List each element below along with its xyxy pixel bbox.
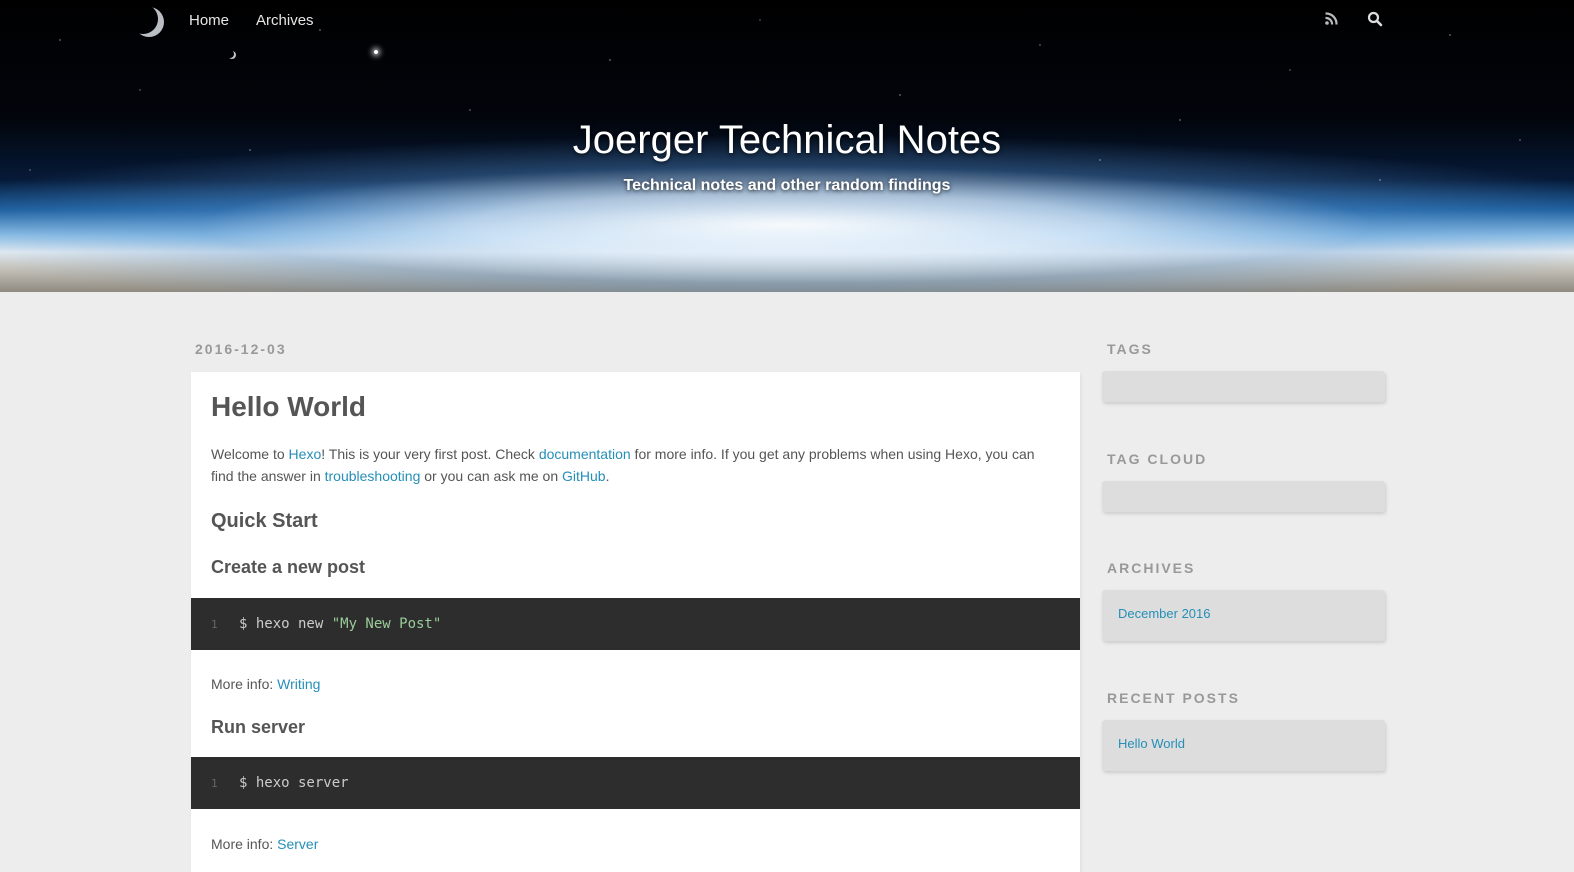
code-command: $ hexo new: [239, 616, 332, 632]
main-nav: Home Archives: [189, 12, 341, 29]
documentation-link[interactable]: documentation: [539, 446, 631, 462]
archives-widget: December 2016: [1102, 590, 1385, 641]
recent-posts-widget-title: RECENT POSTS: [1107, 690, 1240, 706]
archives-widget-title: ARCHIVES: [1107, 560, 1196, 576]
tags-widget-title: TAGS: [1107, 341, 1153, 357]
search-icon[interactable]: [1366, 10, 1384, 28]
writing-link[interactable]: Writing: [277, 676, 320, 692]
sub-nav: [1322, 10, 1384, 28]
header-banner: Home Archives Joerger Technical Notes Te…: [0, 0, 1574, 292]
more-info-server: More info: Server: [211, 833, 1051, 855]
nav-home-link[interactable]: Home: [189, 12, 229, 29]
archive-december-2016-link[interactable]: December 2016: [1118, 606, 1211, 621]
hexo-link[interactable]: Hexo: [289, 446, 322, 462]
code-block-server: 1 $ hexo server: [191, 757, 1080, 809]
article-title[interactable]: Hello World: [211, 391, 366, 423]
article-card: Hello World Welcome to Hexo! This is you…: [191, 372, 1080, 872]
quick-start-heading: Quick Start: [211, 510, 318, 532]
recent-post-hello-world-link[interactable]: Hello World: [1118, 736, 1185, 751]
nav-archives-link[interactable]: Archives: [256, 12, 314, 29]
site-subtitle: Technical notes and other random finding…: [623, 177, 951, 194]
intro-text: .: [605, 468, 610, 484]
more-info-writing: More info: Writing: [211, 673, 1051, 695]
article-intro: Welcome to Hexo! This is your very first…: [211, 443, 1051, 487]
line-number: 1: [211, 617, 218, 631]
moon-graphic: [128, 4, 158, 34]
code-command: $ hexo server: [239, 775, 349, 791]
recent-posts-widget: Hello World: [1102, 720, 1385, 771]
site-title[interactable]: Joerger Technical Notes: [0, 118, 1574, 163]
troubleshooting-link[interactable]: troubleshooting: [325, 468, 421, 484]
tag-cloud-widget-title: TAG CLOUD: [1107, 451, 1208, 467]
code-string: "My New Post": [331, 616, 442, 632]
line-number: 1: [211, 776, 218, 790]
create-post-heading: Create a new post: [211, 557, 366, 577]
tag-cloud-widget: [1102, 481, 1385, 512]
intro-text: ! This is your very first post. Check: [321, 446, 539, 462]
rss-icon[interactable]: [1322, 10, 1340, 28]
run-server-heading: Run server: [211, 717, 306, 737]
github-link[interactable]: GitHub: [562, 468, 606, 484]
intro-text: Welcome to: [211, 446, 289, 462]
server-link[interactable]: Server: [277, 836, 318, 852]
tags-widget: [1102, 371, 1385, 402]
more-info-label: More info:: [211, 836, 278, 852]
more-info-label: More info:: [211, 676, 278, 692]
small-moon-graphic: [226, 50, 234, 58]
star-graphic: [374, 50, 378, 54]
intro-text: or you can ask me on: [420, 468, 563, 484]
code-block-new-post: 1 $ hexo new "My New Post": [191, 598, 1080, 650]
article-date[interactable]: 2016-12-03: [195, 341, 287, 357]
